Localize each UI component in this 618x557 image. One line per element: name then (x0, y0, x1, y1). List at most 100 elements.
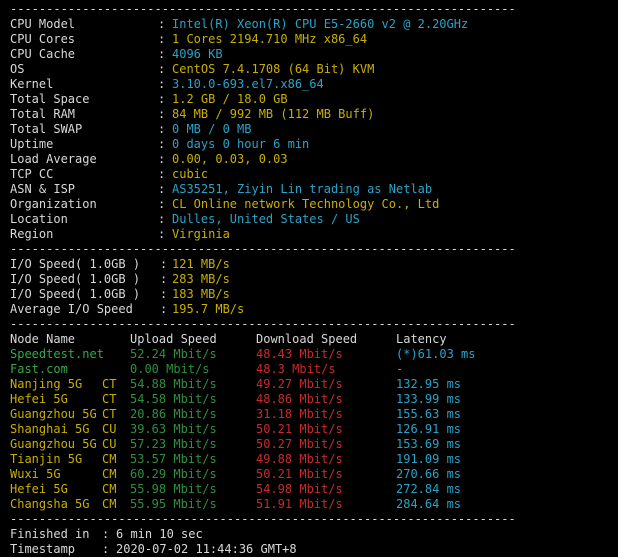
speed-node: Wuxi 5G (10, 467, 61, 481)
sysinfo-colon: : (158, 77, 166, 91)
speed-node: Speedtest.net (10, 347, 104, 361)
speed-latency: 155.63 ms (396, 407, 462, 421)
separator-top: ----------------------------------------… (10, 2, 516, 16)
speed-download: 50.27 Mbit/s (256, 437, 343, 451)
footer-label: Finished in (10, 527, 90, 541)
speed-isp: CM (102, 482, 117, 496)
footer-value: 6 min 10 sec (116, 527, 203, 541)
io-value: 195.7 MB/s (172, 302, 245, 316)
separator-speed: ----------------------------------------… (10, 317, 516, 331)
speed-isp: CM (102, 497, 117, 511)
io-colon: : (160, 287, 168, 301)
sysinfo-value: Virginia (172, 227, 230, 241)
io-colon: : (160, 302, 168, 316)
speed-latency: 132.95 ms (396, 377, 462, 391)
speed-node: Nanjing 5G (10, 377, 83, 391)
speed-latency: (*)61.03 ms (396, 347, 476, 361)
speed-isp: CT (102, 392, 117, 406)
speed-header-upload: Upload Speed (130, 332, 217, 346)
speed-isp: CM (102, 467, 117, 481)
sysinfo-value: 0 days 0 hour 6 min (172, 137, 310, 151)
sysinfo-colon: : (158, 92, 166, 106)
speed-upload: 39.63 Mbit/s (130, 422, 217, 436)
separator-io: ----------------------------------------… (10, 242, 516, 256)
sysinfo-label: Organization (10, 197, 97, 211)
sysinfo-colon: : (158, 152, 166, 166)
sysinfo-colon: : (158, 167, 166, 181)
speed-isp: CT (102, 377, 117, 391)
speed-upload: 57.23 Mbit/s (130, 437, 217, 451)
speed-download: 50.21 Mbit/s (256, 422, 343, 436)
speed-download: 49.27 Mbit/s (256, 377, 343, 391)
sysinfo-colon: : (158, 182, 166, 196)
speed-latency: 191.09 ms (396, 452, 462, 466)
sysinfo-value: 1.2 GB / 18.0 GB (172, 92, 288, 106)
speed-download: 50.21 Mbit/s (256, 467, 343, 481)
speed-node: Tianjin 5G (10, 452, 83, 466)
sysinfo-colon: : (158, 212, 166, 226)
sysinfo-colon: : (158, 122, 166, 136)
io-value: 183 MB/s (172, 287, 230, 301)
sysinfo-value: Intel(R) Xeon(R) CPU E5-2660 v2 @ 2.20GH… (172, 17, 469, 31)
speed-latency: 272.84 ms (396, 482, 462, 496)
sysinfo-value: 0 MB / 0 MB (172, 122, 252, 136)
speed-upload: 0.00 Mbit/s (130, 362, 210, 376)
sysinfo-label: OS (10, 62, 25, 76)
sysinfo-label: Kernel (10, 77, 54, 91)
sysinfo-colon: : (158, 62, 166, 76)
sysinfo-label: Region (10, 227, 54, 241)
speed-upload: 55.95 Mbit/s (130, 497, 217, 511)
speed-latency: 153.69 ms (396, 437, 462, 451)
speed-download: 48.86 Mbit/s (256, 392, 343, 406)
speed-isp: CM (102, 452, 117, 466)
sysinfo-colon: : (158, 17, 166, 31)
sysinfo-value: 0.00, 0.03, 0.03 (172, 152, 288, 166)
speed-upload: 52.24 Mbit/s (130, 347, 217, 361)
separator-footer: ----------------------------------------… (10, 512, 516, 526)
speed-latency: 270.66 ms (396, 467, 462, 481)
speed-node: Guangzhou 5G (10, 407, 97, 421)
sysinfo-value: CL Online network Technology Co., Ltd (172, 197, 440, 211)
sysinfo-colon: : (158, 32, 166, 46)
speed-header-node: Node Name (10, 332, 76, 346)
sysinfo-value: 4096 KB (172, 47, 223, 61)
io-colon: : (160, 272, 168, 286)
terminal-window[interactable]: ----------------------------------------… (0, 0, 618, 556)
sysinfo-value: Dulles, United States / US (172, 212, 360, 226)
speed-download: 54.98 Mbit/s (256, 482, 343, 496)
speed-download: 51.91 Mbit/s (256, 497, 343, 511)
sysinfo-label: CPU Cores (10, 32, 76, 46)
io-label: I/O Speed( 1.0GB ) (10, 257, 141, 271)
speed-node: Guangzhou 5G (10, 437, 97, 451)
sysinfo-label: Load Average (10, 152, 97, 166)
sysinfo-value: 84 MB / 992 MB (112 MB Buff) (172, 107, 375, 121)
speed-latency: 126.91 ms (396, 422, 462, 436)
io-label: I/O Speed( 1.0GB ) (10, 287, 141, 301)
sysinfo-label: Total Space (10, 92, 90, 106)
sysinfo-label: Uptime (10, 137, 54, 151)
speed-header-download: Download Speed (256, 332, 358, 346)
speed-latency: - (396, 362, 404, 376)
sysinfo-label: CPU Model (10, 17, 76, 31)
speed-download: 48.3 Mbit/s (256, 362, 336, 376)
speed-upload: 54.58 Mbit/s (130, 392, 217, 406)
sysinfo-value: 1 Cores 2194.710 MHz x86_64 (172, 32, 368, 46)
io-value: 121 MB/s (172, 257, 230, 271)
speed-download: 48.43 Mbit/s (256, 347, 343, 361)
io-colon: : (160, 257, 168, 271)
io-label: I/O Speed( 1.0GB ) (10, 272, 141, 286)
sysinfo-label: TCP CC (10, 167, 54, 181)
speed-node: Hefei 5G (10, 482, 68, 496)
sysinfo-colon: : (158, 137, 166, 151)
speed-header-latency: Latency (396, 332, 447, 346)
speed-node: Fast.com (10, 362, 68, 376)
sysinfo-colon: : (158, 227, 166, 241)
speed-download: 31.18 Mbit/s (256, 407, 343, 421)
speed-node: Hefei 5G (10, 392, 68, 406)
speed-upload: 54.88 Mbit/s (130, 377, 217, 391)
io-label: Average I/O Speed (10, 302, 133, 316)
sysinfo-label: Total SWAP (10, 122, 83, 136)
speed-latency: 284.64 ms (396, 497, 462, 511)
speed-node: Shanghai 5G (10, 422, 90, 436)
sysinfo-label: ASN & ISP (10, 182, 76, 196)
